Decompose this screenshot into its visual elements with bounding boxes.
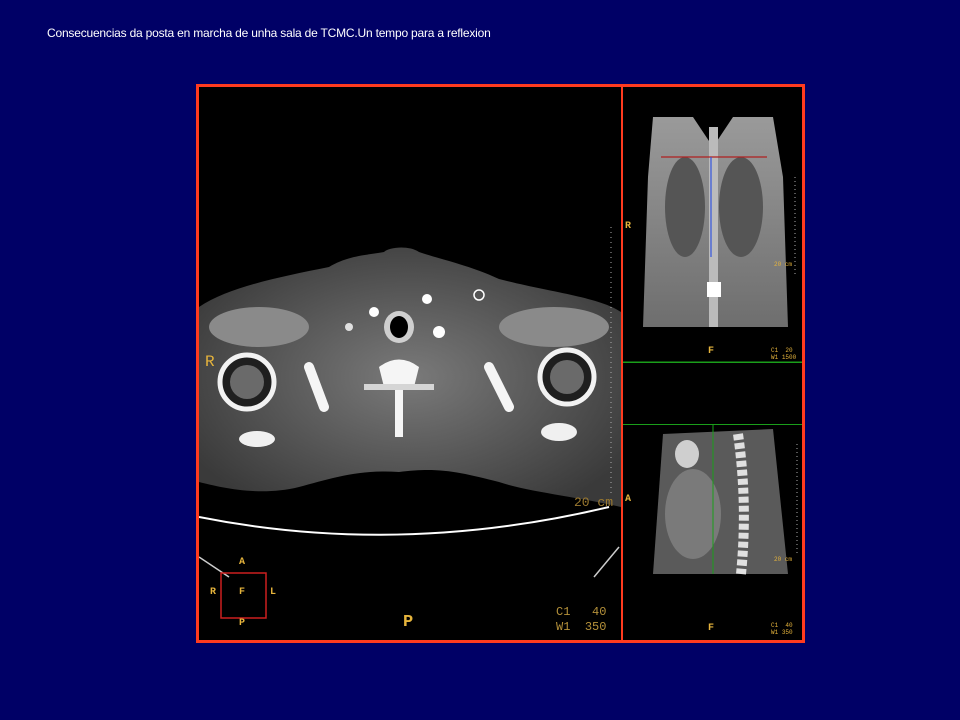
axial-wc-value: 40 (592, 605, 607, 619)
sagittal-ww-value: 350 (781, 629, 793, 636)
axial-ww-label: W1 (556, 620, 571, 634)
coronal-ww-value: 1500 (781, 354, 797, 361)
orientation-a: A (239, 557, 246, 568)
sagittal-side-label: A (625, 494, 632, 505)
coronal-wc-value: 20 (785, 347, 793, 354)
axial-ww-value: 350 (584, 620, 607, 634)
orientation-r: R (210, 587, 217, 598)
axial-side-label: R (205, 353, 215, 371)
ct-viewer-frame: R 20 cm A R F L P P C1 40 W1 350 R 20 cm… (196, 84, 805, 643)
axial-window-center: C1 40 (556, 605, 606, 619)
axial-bottom-label: P (403, 613, 414, 632)
orientation-l: L (270, 587, 277, 598)
coronal-ww-label: W1 (771, 354, 779, 361)
coronal-wc-label: C1 (771, 347, 779, 354)
coronal-window-width: W1 1500 (771, 354, 796, 361)
sagittal-wc-label: C1 (771, 622, 779, 629)
orientation-f: F (239, 587, 246, 598)
sagittal-wc-value: 40 (785, 622, 793, 629)
sagittal-scale-label: 20 cm (774, 556, 793, 563)
axial-image (199, 227, 621, 619)
axial-wc-label: C1 (556, 605, 571, 619)
axial-scale-label: 20 cm (574, 495, 614, 510)
coronal-side-label: R (625, 221, 632, 232)
sagittal-ww-label: W1 (771, 629, 779, 636)
sagittal-image (623, 424, 802, 575)
coronal-window-center: C1 20 (771, 347, 793, 354)
sagittal-window-width: W1 350 (771, 629, 793, 636)
slide-title: Consecuencias da posta en marcha de unha… (47, 26, 491, 40)
orientation-p: P (239, 618, 246, 629)
coronal-bottom-label: F (708, 346, 715, 357)
axial-view[interactable]: R 20 cm A R F L P P C1 40 W1 350 (199, 87, 621, 640)
sagittal-window-center: C1 40 (771, 622, 793, 629)
coronal-view[interactable]: R 20 cm F C1 20 W1 1500 (623, 87, 802, 363)
axial-window-width: W1 350 (556, 620, 606, 634)
coronal-image (623, 117, 802, 363)
sagittal-bottom-label: F (708, 623, 715, 634)
coronal-scale-label: 20 cm (774, 261, 793, 268)
sagittal-view[interactable]: A 20 cm F C1 40 W1 350 (623, 424, 802, 640)
